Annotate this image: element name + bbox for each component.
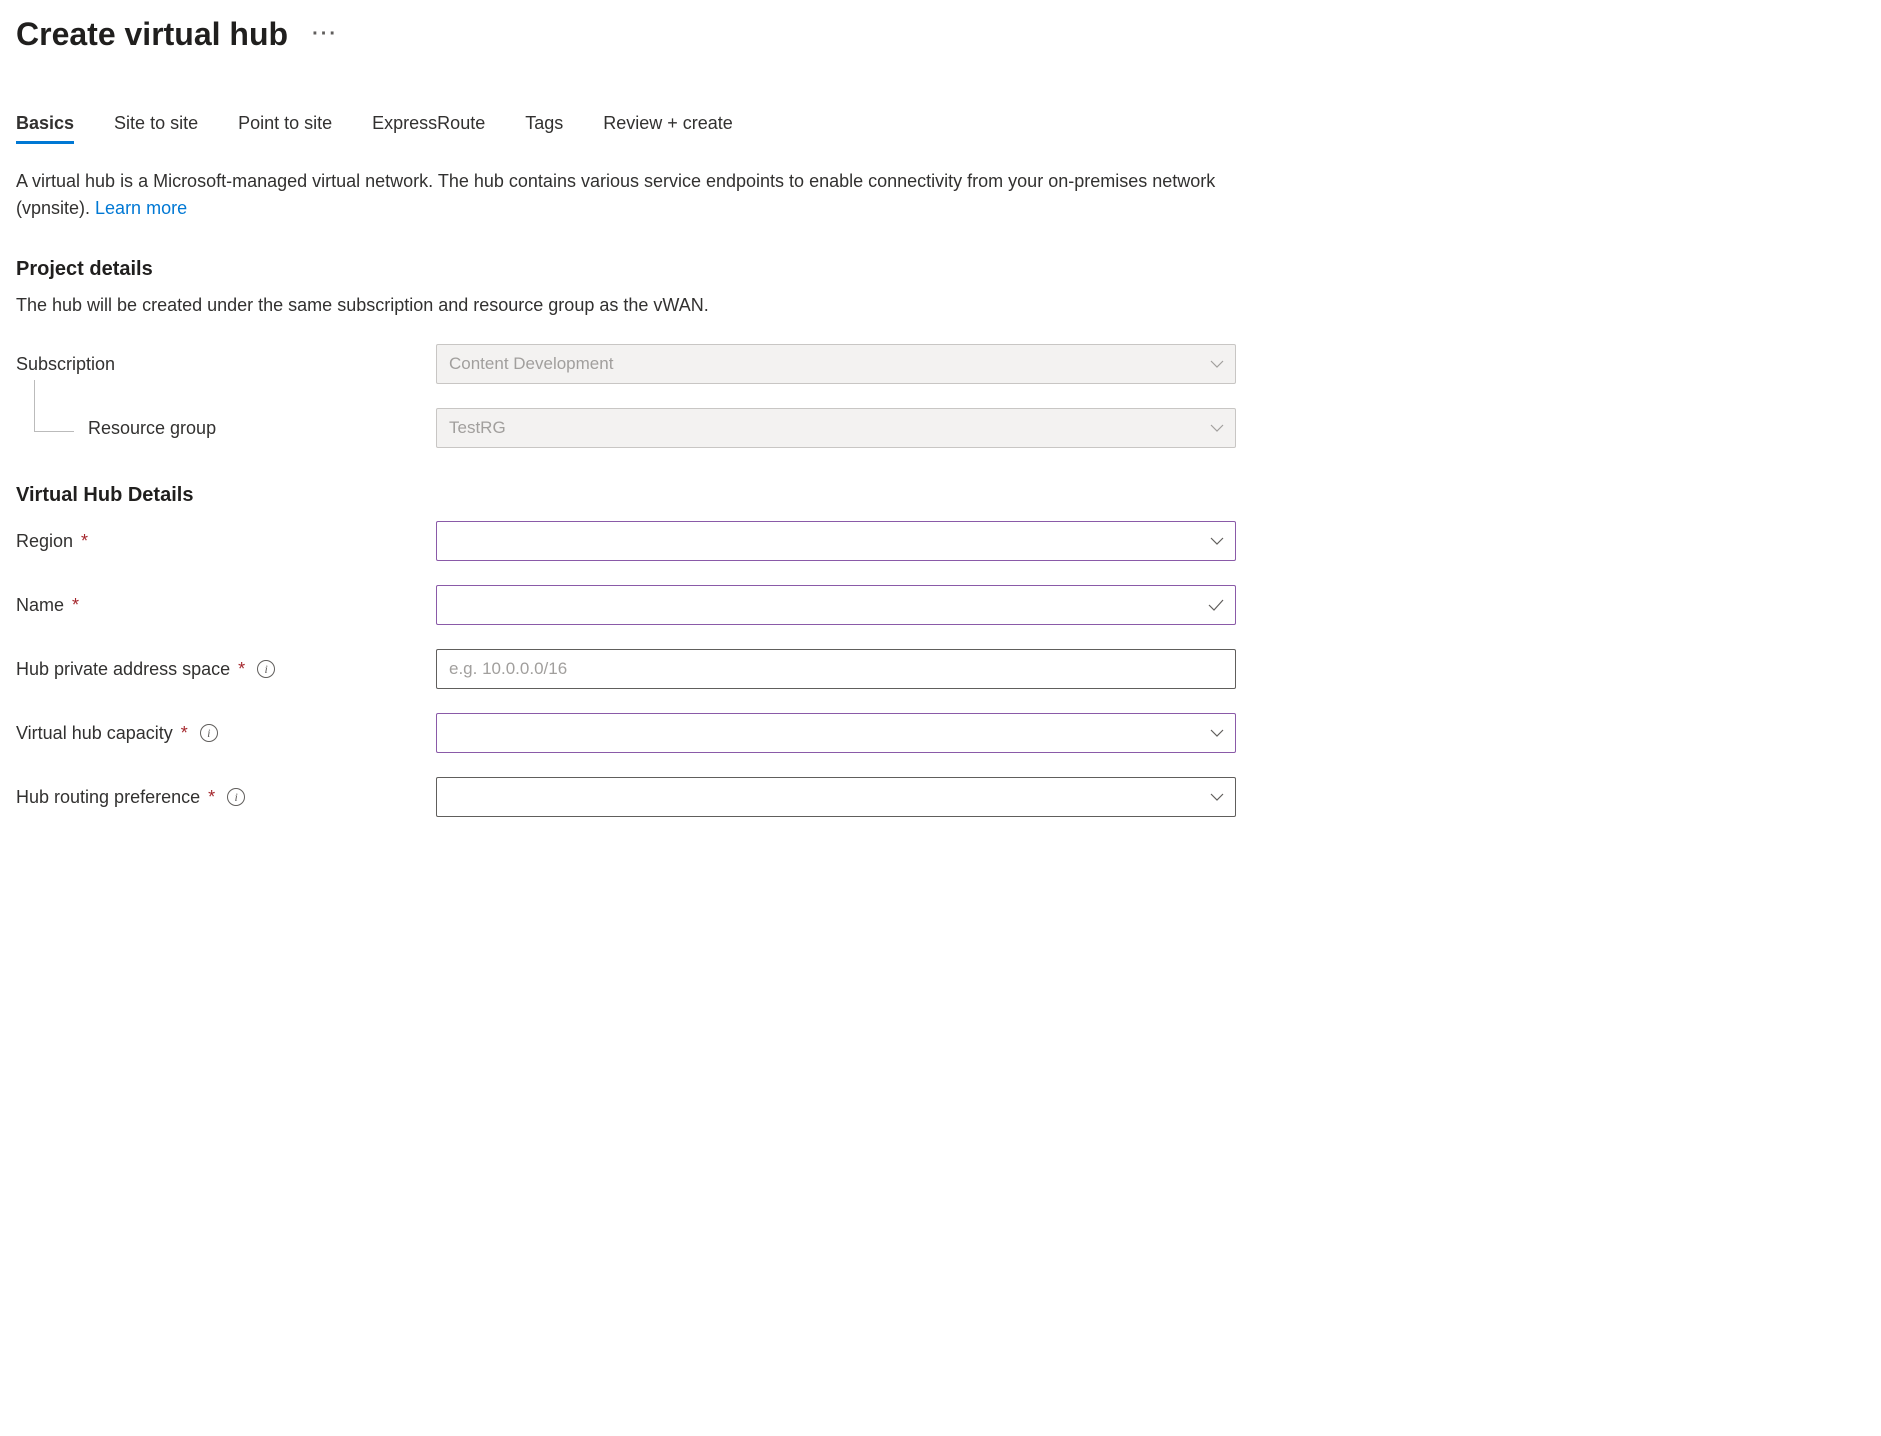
page-title: Create virtual hub <box>16 16 288 53</box>
subscription-label: Subscription <box>16 354 436 375</box>
info-icon[interactable]: i <box>257 660 275 678</box>
address-space-label: Hub private address space * i <box>16 659 436 680</box>
resource-group-label: Resource group <box>16 418 436 439</box>
region-label-text: Region <box>16 531 73 552</box>
learn-more-link[interactable]: Learn more <box>95 198 187 218</box>
info-icon[interactable]: i <box>227 788 245 806</box>
tab-bar: Basics Site to site Point to site Expres… <box>16 113 1865 144</box>
address-space-input[interactable] <box>436 649 1236 689</box>
subscription-value: Content Development <box>449 354 613 374</box>
project-details-heading: Project details <box>16 258 1865 281</box>
project-details-section: Project details The hub will be created … <box>16 258 1865 448</box>
page-description: A virtual hub is a Microsoft-managed vir… <box>16 168 1216 222</box>
tab-site-to-site[interactable]: Site to site <box>114 113 198 144</box>
region-label: Region * <box>16 531 436 552</box>
capacity-select[interactable] <box>436 713 1236 753</box>
project-details-subtext: The hub will be created under the same s… <box>16 295 1865 316</box>
subscription-select: Content Development <box>436 344 1236 384</box>
name-input[interactable] <box>436 585 1236 625</box>
tab-expressroute[interactable]: ExpressRoute <box>372 113 485 144</box>
virtual-hub-details-heading: Virtual Hub Details <box>16 484 1865 507</box>
capacity-label-text: Virtual hub capacity <box>16 723 173 744</box>
tab-point-to-site[interactable]: Point to site <box>238 113 332 144</box>
info-icon[interactable]: i <box>200 724 218 742</box>
tree-connector-icon <box>34 380 74 432</box>
subscription-label-text: Subscription <box>16 354 115 375</box>
address-space-label-text: Hub private address space <box>16 659 230 680</box>
routing-pref-select[interactable] <box>436 777 1236 817</box>
region-select[interactable] <box>436 521 1236 561</box>
required-marker-icon: * <box>208 787 215 808</box>
routing-pref-label: Hub routing preference * i <box>16 787 436 808</box>
required-marker-icon: * <box>181 723 188 744</box>
resource-group-label-text: Resource group <box>88 418 216 439</box>
capacity-label: Virtual hub capacity * i <box>16 723 436 744</box>
tab-basics[interactable]: Basics <box>16 113 74 144</box>
routing-pref-label-text: Hub routing preference <box>16 787 200 808</box>
required-marker-icon: * <box>72 595 79 616</box>
resource-group-select: TestRG <box>436 408 1236 448</box>
name-label: Name * <box>16 595 436 616</box>
name-label-text: Name <box>16 595 64 616</box>
resource-group-value: TestRG <box>449 418 506 438</box>
virtual-hub-details-section: Virtual Hub Details Region * Name * <box>16 484 1865 817</box>
description-text: A virtual hub is a Microsoft-managed vir… <box>16 171 1215 218</box>
more-options-icon[interactable]: ··· <box>312 23 338 46</box>
tab-review-create[interactable]: Review + create <box>603 113 733 144</box>
tab-tags[interactable]: Tags <box>525 113 563 144</box>
required-marker-icon: * <box>238 659 245 680</box>
required-marker-icon: * <box>81 531 88 552</box>
